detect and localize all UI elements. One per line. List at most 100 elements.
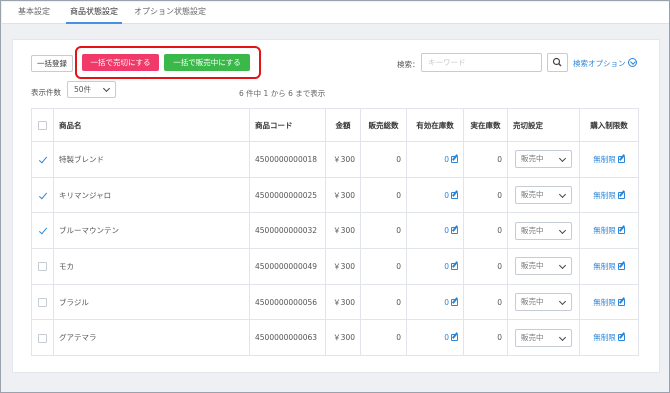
available-stock-link[interactable]: 0: [444, 298, 449, 307]
available-stock-cell: 0: [406, 248, 464, 285]
header-available-stock: 有効在庫数: [406, 108, 464, 142]
available-stock-link[interactable]: 0: [444, 226, 449, 235]
chevron-down-icon: [558, 333, 567, 341]
available-stock-link[interactable]: 0: [444, 155, 449, 164]
actual-stock: 0: [463, 141, 508, 178]
table-row: ブラジル 4500000000056 ￥300 0 0 0 販売中 無制限: [31, 283, 639, 321]
sold-out-select[interactable]: 販売中: [515, 150, 572, 169]
product-table: 商品名 商品コード 金額 販売総数 有効在庫数 実在庫数 売切設定 購入制限数 …: [31, 108, 639, 357]
product-code: 4500000000018: [249, 141, 326, 178]
chevron-down-icon: [558, 226, 567, 234]
edit-icon[interactable]: [617, 262, 625, 270]
sold-out-setting-cell: 販売中: [507, 141, 580, 178]
available-stock-cell: 0: [406, 283, 464, 321]
purchase-limit-link[interactable]: 無制限: [593, 226, 616, 235]
total-sold: 0: [360, 319, 407, 357]
purchase-limit-link[interactable]: 無制限: [593, 155, 616, 164]
bulk-register-button[interactable]: 一括登録: [31, 55, 73, 72]
tab-basic-settings[interactable]: 基本設定: [14, 2, 54, 24]
available-stock-cell: 0: [406, 212, 464, 250]
header-product-code: 商品コード: [249, 108, 326, 142]
product-name: 特製ブレンド: [53, 141, 250, 178]
available-stock-link[interactable]: 0: [444, 191, 449, 200]
row-checkbox[interactable]: [38, 262, 47, 272]
select-all-cell: [31, 108, 54, 142]
edit-icon[interactable]: [451, 227, 458, 235]
edit-icon[interactable]: [617, 227, 625, 235]
total-sold: 0: [360, 212, 407, 250]
edit-icon[interactable]: [617, 191, 625, 199]
total-sold: 0: [360, 248, 407, 285]
highlight-box: [75, 46, 261, 79]
actual-stock: 0: [463, 248, 508, 285]
table-row: キリマンジャロ 4500000000025 ￥300 0 0 0 販売中 無制限: [31, 176, 639, 214]
chevron-down-icon: [102, 84, 111, 93]
chevron-down-icon: [558, 190, 567, 199]
chevron-down-icon: [558, 298, 567, 306]
select-all-checkbox[interactable]: [38, 120, 47, 130]
header-actual-stock: 実在庫数: [463, 108, 508, 142]
purchase-limit-link[interactable]: 無制限: [593, 191, 616, 200]
row-select-cell: [31, 176, 54, 214]
actual-stock: 0: [463, 212, 508, 250]
edit-icon[interactable]: [451, 191, 458, 199]
edit-icon[interactable]: [451, 334, 458, 342]
page-size-select[interactable]: 50件: [67, 81, 116, 98]
page-size-label: 表示件数: [31, 88, 61, 97]
result-count: 6 件中 1 から 6 まで表示: [239, 89, 326, 98]
purchase-limit-link[interactable]: 無制限: [593, 333, 616, 342]
row-select-cell: [31, 283, 54, 321]
tab-option-status[interactable]: オプション状態設定: [130, 2, 210, 24]
row-checkbox[interactable]: [38, 155, 47, 165]
tab-product-status[interactable]: 商品状態設定: [66, 2, 122, 24]
row-select-cell: [31, 319, 54, 357]
edit-icon[interactable]: [617, 334, 625, 342]
purchase-limit-link[interactable]: 無制限: [593, 262, 616, 271]
row-select-cell: [31, 212, 54, 250]
page-size-value: 50件: [74, 85, 92, 94]
sold-out-select[interactable]: 販売中: [515, 186, 572, 205]
purchase-limit-cell: 無制限: [579, 319, 639, 357]
chevron-down-icon: [558, 155, 567, 163]
sold-out-value: 販売中: [521, 190, 544, 200]
search-label: 検索：: [397, 60, 420, 69]
sold-out-select[interactable]: 販売中: [515, 328, 572, 347]
row-checkbox[interactable]: [38, 190, 47, 200]
header-purchase-limit: 購入制限数: [579, 108, 639, 142]
search-input[interactable]: [421, 53, 542, 72]
purchase-limit-cell: 無制限: [579, 141, 639, 178]
row-checkbox[interactable]: [38, 226, 47, 236]
actual-stock: 0: [463, 319, 508, 357]
table-row: 特製ブレンド 4500000000018 ￥300 0 0 0 販売中 無制限: [31, 141, 639, 178]
total-sold: 0: [360, 141, 407, 178]
table-header-row: 商品名 商品コード 金額 販売総数 有効在庫数 実在庫数 売切設定 購入制限数: [31, 108, 639, 142]
available-stock-cell: 0: [406, 176, 464, 214]
edit-icon[interactable]: [617, 155, 625, 163]
sold-out-setting-cell: 販売中: [507, 212, 580, 250]
actual-stock: 0: [463, 176, 508, 214]
row-checkbox[interactable]: [38, 333, 47, 343]
search-options-link[interactable]: 検索オプション: [573, 58, 637, 69]
edit-icon[interactable]: [451, 155, 458, 163]
edit-icon[interactable]: [451, 298, 458, 306]
product-price: ￥300: [325, 212, 361, 250]
table-row: モカ 4500000000049 ￥300 0 0 0 販売中 無制限: [31, 248, 639, 285]
product-code: 4500000000049: [249, 248, 326, 285]
sold-out-select[interactable]: 販売中: [515, 293, 572, 312]
search-options-label: 検索オプション: [573, 59, 626, 68]
search-button[interactable]: [547, 53, 568, 72]
available-stock-link[interactable]: 0: [444, 333, 449, 342]
purchase-limit-link[interactable]: 無制限: [593, 298, 616, 307]
edit-icon[interactable]: [617, 298, 625, 306]
sold-out-select[interactable]: 販売中: [515, 221, 572, 240]
sold-out-setting-cell: 販売中: [507, 176, 580, 214]
available-stock-link[interactable]: 0: [444, 262, 449, 271]
sold-out-select[interactable]: 販売中: [515, 257, 572, 276]
row-checkbox[interactable]: [38, 297, 47, 307]
tab-bar: 基本設定 商品状態設定 オプション状態設定: [2, 2, 669, 24]
edit-icon[interactable]: [451, 262, 458, 270]
product-name: キリマンジャロ: [53, 176, 250, 214]
total-sold: 0: [360, 283, 407, 321]
product-code: 4500000000063: [249, 319, 326, 357]
header-product-name: 商品名: [53, 108, 250, 142]
